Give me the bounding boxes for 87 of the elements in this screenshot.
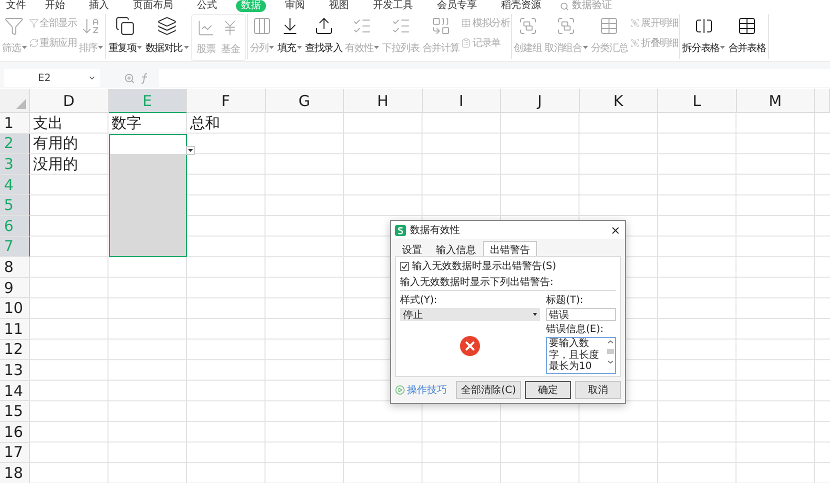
row-header[interactable]: 12: [0, 340, 30, 360]
column-header[interactable]: M: [736, 89, 815, 113]
row-header[interactable]: 11: [0, 318, 30, 340]
checkbox[interactable]: [400, 262, 409, 270]
dialog-tab[interactable]: 出错警告: [483, 241, 537, 256]
play-icon: [395, 385, 405, 395]
help-link[interactable]: 操作技巧: [395, 383, 452, 397]
row-header[interactable]: 9: [0, 278, 30, 298]
row-header[interactable]: 17: [0, 442, 30, 464]
split-icon: [694, 16, 714, 36]
field-label: 标题(T):: [546, 294, 584, 307]
checkbox-label: 输入无效数据时显示出错警告(S): [412, 260, 556, 273]
table-icon: [737, 16, 757, 36]
duplicate-icon: [115, 16, 136, 36]
dialog-tab[interactable]: 输入信息: [429, 241, 483, 256]
row-header[interactable]: 8: [0, 257, 30, 278]
row-header[interactable]: 16: [0, 422, 30, 442]
corner-triangle-icon: [16, 99, 26, 109]
dialog-tab[interactable]: 设置: [395, 241, 429, 256]
refresh-icon: [28, 38, 39, 48]
row-header[interactable]: 18: [0, 463, 30, 483]
group-icon: [630, 18, 640, 28]
dropdown-button[interactable]: [186, 146, 195, 156]
ribbon-tab[interactable]: 开发工具: [368, 0, 418, 12]
style-dropdown[interactable]: 停止: [400, 308, 540, 321]
caret-icon: [188, 149, 193, 152]
ribbon-tab[interactable]: 开始: [40, 0, 70, 12]
scrollbar-icon: [606, 338, 615, 366]
ribbon-button[interactable]: 填充: [276, 14, 303, 57]
ribbon-button[interactable]: 合并表格: [727, 14, 767, 57]
row-header[interactable]: 13: [0, 360, 30, 381]
dialog-button[interactable]: 确定: [525, 381, 571, 399]
ribbon-button[interactable]: 数据对比: [144, 14, 190, 57]
clipboard-icon: [461, 38, 472, 48]
name-box[interactable]: E2: [4, 69, 100, 87]
table-cell-text: 没用的: [32, 154, 79, 175]
caret-icon: [88, 74, 96, 82]
table-cell-text: 总和: [189, 113, 221, 134]
ribbon-tab[interactable]: 插入: [84, 0, 114, 12]
app-logo-icon: [395, 224, 406, 236]
ribbon-tab[interactable]: 视图: [324, 0, 354, 12]
ribbon-tab[interactable]: 稻壳资源: [496, 0, 546, 12]
upload-icon: [314, 16, 334, 36]
column-header[interactable]: K: [580, 89, 658, 113]
table-cell-text: 支出: [32, 113, 64, 134]
merge-icon: [430, 16, 451, 36]
close-icon[interactable]: [610, 224, 621, 236]
column-header[interactable]: G: [266, 89, 344, 113]
zoom-icon: [124, 72, 135, 84]
error-icon: [460, 336, 480, 356]
table-cell-text: 数字: [110, 113, 142, 134]
dialog-button[interactable]: 取消: [575, 381, 621, 399]
row-header[interactable]: 1: [0, 113, 30, 134]
table-icon: [461, 18, 472, 28]
row-header[interactable]: 14: [0, 380, 30, 402]
column-header[interactable]: I: [422, 89, 501, 113]
table-icon: [599, 16, 620, 36]
row-header[interactable]: 15: [0, 401, 30, 422]
filter-icon: [28, 18, 39, 28]
table-cell-text: 有用的: [32, 134, 79, 154]
group-icon: [518, 16, 538, 36]
column-header[interactable]: F: [187, 89, 266, 113]
row-header[interactable]: 10: [0, 298, 30, 319]
message-field[interactable]: 要输入数字，且长度最长为10: [546, 337, 616, 374]
caret-icon: [533, 313, 537, 316]
field-label: 样式(Y):: [400, 294, 438, 307]
column-header[interactable]: D: [30, 89, 108, 113]
group-icon: [630, 38, 640, 48]
ribbon-button[interactable]: 拆分表格: [681, 14, 726, 57]
dialog-title: 数据有效性: [410, 224, 460, 237]
filter-icon: [4, 16, 24, 36]
dialog-button[interactable]: 全部清除(C): [456, 381, 521, 399]
ribbon-tab[interactable]: 公式: [192, 0, 222, 12]
ribbon-tab[interactable]: 页面布局: [128, 0, 178, 12]
column-header[interactable]: L: [658, 89, 736, 113]
line-chart-icon: [196, 19, 215, 37]
group-icon: [556, 16, 576, 36]
section-label: 输入无效数据时显示下列出错警告:: [400, 275, 616, 291]
field-label: 错误信息(E):: [546, 322, 604, 336]
columns-icon: [252, 16, 272, 36]
ribbon-button[interactable]: 重复项: [107, 14, 144, 57]
ribbon-button[interactable]: 查找录入: [304, 14, 344, 57]
column-header[interactable]: H: [344, 89, 422, 113]
title-field[interactable]: 错误: [546, 308, 616, 321]
search-icon: [560, 2, 569, 10]
column-header[interactable]: J: [501, 89, 580, 113]
compare-icon: [156, 16, 177, 36]
